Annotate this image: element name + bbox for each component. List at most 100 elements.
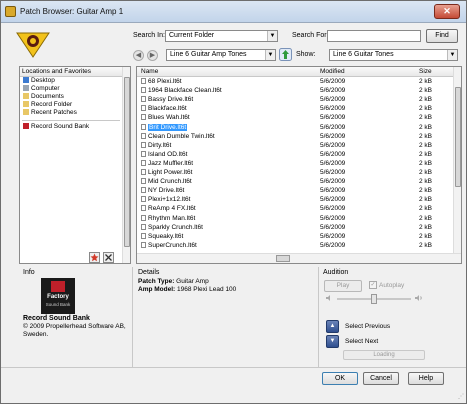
chevron-down-icon: ▼ bbox=[267, 31, 277, 41]
location-recent-patches[interactable]: Recent Patches bbox=[23, 109, 77, 117]
remove-favorite-icon[interactable] bbox=[103, 252, 114, 263]
file-row[interactable]: Blackface.lt6t 5/6/2009 2 kB bbox=[137, 105, 453, 114]
file-list-scroll-thumb[interactable] bbox=[455, 87, 461, 187]
file-name-cell: Blackface.lt6t bbox=[141, 105, 187, 114]
file-name-cell: ReAmp 4 FX.lt6t bbox=[141, 205, 196, 214]
file-row[interactable]: Rhythm Man.lt6t 5/6/2009 2 kB bbox=[137, 214, 453, 224]
location-desktop[interactable]: Desktop bbox=[23, 77, 55, 85]
patch-file-icon bbox=[141, 159, 146, 166]
file-row[interactable]: Mid Crunch.lt6t 5/6/2009 2 kB bbox=[137, 178, 453, 187]
patch-file-icon bbox=[141, 169, 146, 175]
add-favorite-icon[interactable] bbox=[89, 252, 100, 263]
location-documents[interactable]: Documents bbox=[23, 93, 64, 101]
select-previous-button[interactable]: ▲ bbox=[326, 320, 339, 333]
file-name-cell: Dirty.lt6t bbox=[141, 141, 172, 151]
patch-file-icon bbox=[141, 223, 146, 230]
file-modified: 5/6/2009 bbox=[320, 132, 346, 140]
close-button[interactable]: ✕ bbox=[434, 4, 460, 19]
file-row[interactable]: Light Power.lt6t 5/6/2009 2 kB bbox=[137, 169, 453, 178]
search-for-label: Search For: bbox=[292, 32, 329, 39]
back-arrow-icon[interactable]: ◀ bbox=[133, 50, 144, 61]
file-name-cell: Jazz Muffler.lt6t bbox=[141, 159, 193, 169]
help-button[interactable]: Help bbox=[408, 372, 444, 385]
file-row[interactable]: Jazz Muffler.lt6t 5/6/2009 2 kB bbox=[137, 159, 453, 169]
column-modified-header[interactable]: Modified bbox=[320, 67, 345, 76]
amp-model-row: Amp Model: 1968 Plexi Lead 100 bbox=[138, 286, 236, 293]
file-row[interactable]: 1964 Blackface Clean.lt6t 5/6/2009 2 kB bbox=[137, 87, 453, 96]
location-label: Computer bbox=[31, 85, 60, 92]
propellerhead-logo-icon bbox=[16, 32, 50, 58]
file-row[interactable]: ReAmp 4 FX.lt6t 5/6/2009 2 kB bbox=[137, 205, 453, 214]
file-name: Squeaky.lt6t bbox=[148, 232, 184, 240]
file-name-cell: Brit Drive.lt6t bbox=[141, 123, 188, 133]
file-modified: 5/6/2009 bbox=[320, 187, 346, 195]
horizontal-scrollbar[interactable] bbox=[137, 253, 461, 263]
ok-button[interactable]: OK bbox=[322, 372, 358, 385]
file-name: Dirty.lt6t bbox=[148, 141, 172, 149]
search-in-select[interactable]: Current Folder ▼ bbox=[165, 30, 278, 42]
column-size-header[interactable]: Size bbox=[419, 67, 432, 76]
locations-scrollbar[interactable] bbox=[122, 67, 130, 263]
file-row[interactable]: Bassy Drive.lt6t 5/6/2009 2 kB bbox=[137, 96, 453, 105]
file-row[interactable]: Squeaky.lt6t 5/6/2009 2 kB bbox=[137, 232, 453, 242]
find-button[interactable]: Find bbox=[426, 29, 458, 43]
volume-slider-thumb[interactable] bbox=[371, 294, 377, 304]
file-row[interactable]: Plexi+1x12.lt6t 5/6/2009 2 kB bbox=[137, 196, 453, 205]
computer-icon bbox=[23, 85, 29, 91]
chevron-down-icon: ▼ bbox=[265, 50, 275, 60]
file-modified: 5/6/2009 bbox=[320, 196, 346, 204]
horizontal-scroll-thumb[interactable] bbox=[276, 255, 290, 262]
patch-file-icon bbox=[141, 132, 146, 139]
resize-grip-icon[interactable]: ⋰ bbox=[456, 393, 464, 401]
file-row[interactable]: Blues Wah.lt6t 5/6/2009 2 kB bbox=[137, 114, 453, 123]
location-record-sound-bank[interactable]: Record Sound Bank bbox=[23, 123, 89, 131]
patch-file-icon bbox=[141, 187, 146, 194]
loading-indicator: Loading bbox=[343, 350, 425, 360]
forward-arrow-icon[interactable]: ▶ bbox=[147, 50, 158, 61]
file-modified: 5/6/2009 bbox=[320, 78, 346, 85]
audition-label: Audition bbox=[323, 269, 349, 276]
show-filter-select[interactable]: Line 6 Guitar Tones ▼ bbox=[329, 49, 458, 61]
file-size: 2 kB bbox=[419, 241, 433, 249]
folder-up-icon[interactable] bbox=[279, 48, 292, 61]
column-name-header[interactable]: Name bbox=[141, 67, 158, 76]
file-list-panel: Name Modified Size 68 Plexi.lt6t 5/6/2009… bbox=[136, 66, 462, 264]
file-size: 2 kB bbox=[419, 214, 433, 222]
file-row[interactable]: Dirty.lt6t 5/6/2009 2 kB bbox=[137, 141, 453, 151]
autoplay-checkbox[interactable]: ✓ bbox=[369, 281, 377, 289]
amp-model-key: Amp Model: bbox=[138, 286, 176, 293]
file-name-cell: Light Power.lt6t bbox=[141, 169, 192, 178]
file-size: 2 kB bbox=[419, 114, 433, 122]
file-name: Blues Wah.lt6t bbox=[148, 114, 190, 122]
play-button[interactable]: Play bbox=[324, 280, 362, 292]
location-record-folder[interactable]: Record Folder bbox=[23, 101, 72, 109]
search-for-input[interactable] bbox=[327, 30, 421, 42]
file-name: Island OD.lt6t bbox=[148, 150, 188, 158]
file-list-scrollbar[interactable] bbox=[453, 67, 461, 253]
folder-path-select[interactable]: Line 6 Guitar Amp Tones ▼ bbox=[166, 49, 276, 61]
patch-file-icon bbox=[141, 178, 146, 185]
file-row[interactable]: SuperCrunch.lt6t 5/6/2009 2 kB bbox=[137, 241, 453, 251]
window-title: Patch Browser: Guitar Amp 1 bbox=[20, 7, 124, 16]
file-name-cell: Rhythm Man.lt6t bbox=[141, 214, 195, 224]
folder-path-value: Line 6 Guitar Amp Tones bbox=[170, 51, 247, 58]
locations-scroll-thumb[interactable] bbox=[124, 77, 130, 247]
file-name: 1964 Blackface Clean.lt6t bbox=[148, 87, 222, 95]
select-next-button[interactable]: ▼ bbox=[326, 335, 339, 348]
location-computer[interactable]: Computer bbox=[23, 85, 60, 93]
patch-file-icon bbox=[141, 105, 146, 112]
folder-icon bbox=[23, 109, 29, 115]
file-row[interactable]: Brit Drive.lt6t 5/6/2009 2 kB bbox=[137, 123, 453, 133]
file-row[interactable]: Sparkly Crunch.lt6t 5/6/2009 2 kB bbox=[137, 223, 453, 233]
select-next-label: Select Next bbox=[345, 338, 379, 345]
file-row[interactable]: Island OD.lt6t 5/6/2009 2 kB bbox=[137, 150, 453, 160]
file-row[interactable]: Clean Dumble Twin.lt6t 5/6/2009 2 kB bbox=[137, 132, 453, 142]
patch-file-icon bbox=[141, 87, 146, 94]
file-row[interactable]: 68 Plexi.lt6t 5/6/2009 2 kB bbox=[137, 78, 453, 87]
file-name-cell: NY Drive.lt6t bbox=[141, 187, 184, 196]
folder-icon bbox=[23, 93, 29, 99]
cancel-button[interactable]: Cancel bbox=[363, 372, 399, 385]
file-name: NY Drive.lt6t bbox=[148, 187, 185, 195]
file-row[interactable]: NY Drive.lt6t 5/6/2009 2 kB bbox=[137, 187, 453, 196]
bank-name: Record Sound Bank bbox=[23, 315, 90, 322]
